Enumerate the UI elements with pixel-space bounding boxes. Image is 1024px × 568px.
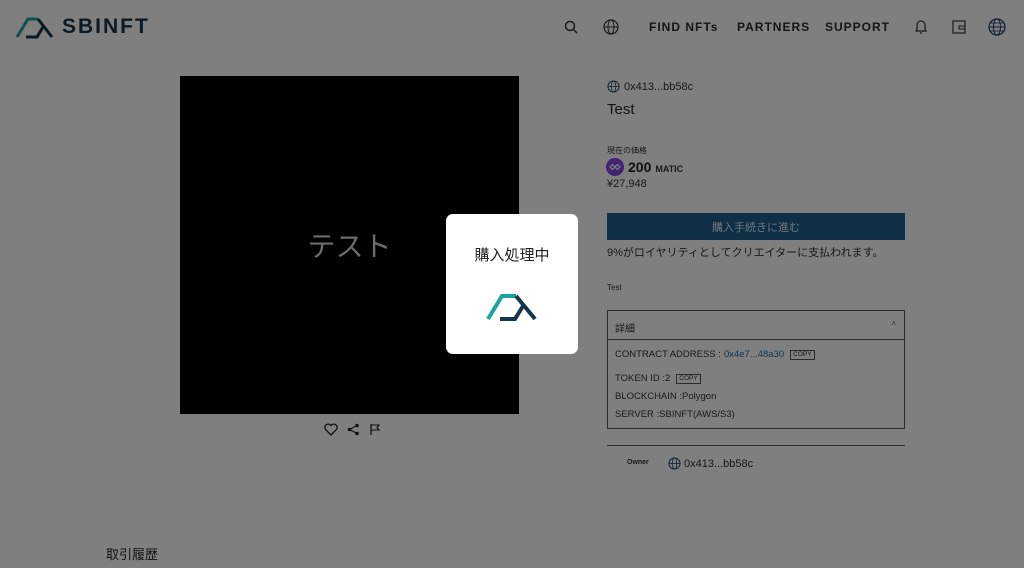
modal-title: 購入処理中 <box>474 247 550 264</box>
page: SBINFT FIND NFTs PARTNERS SUPPORT テスト <box>0 0 1024 568</box>
processing-modal: 購入処理中 <box>446 214 578 354</box>
loading-logo-icon <box>486 294 537 321</box>
